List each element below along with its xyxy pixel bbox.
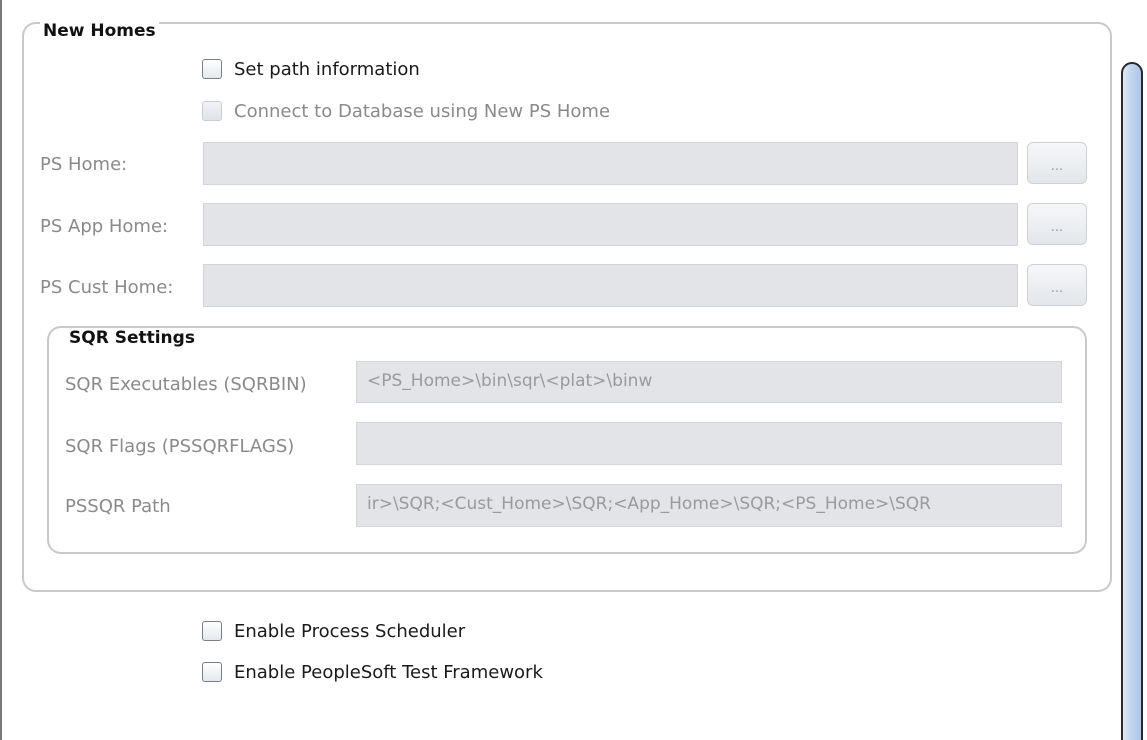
connect-db-checkbox[interactable]: [202, 101, 222, 121]
window-left-edge: [0, 0, 2, 740]
ps-cust-home-field[interactable]: [203, 264, 1018, 307]
ps-app-home-field[interactable]: [203, 203, 1018, 246]
enable-test-framework-row[interactable]: Enable PeopleSoft Test Framework: [202, 660, 543, 684]
enable-test-framework-checkbox[interactable]: [202, 662, 222, 682]
sqr-executables-field[interactable]: <PS_Home>\bin\sqr\<plat>\binw: [356, 361, 1062, 403]
scrollbar-thumb[interactable]: [1121, 62, 1143, 740]
new-homes-title: New Homes: [40, 21, 159, 41]
sqr-executables-label: SQR Executables (SQRBIN): [65, 374, 307, 395]
sqr-settings-title: SQR Settings: [66, 328, 198, 348]
enable-process-scheduler-checkbox[interactable]: [202, 621, 222, 641]
pssqr-path-label: PSSQR Path: [65, 496, 171, 517]
connect-db-label: Connect to Database using New PS Home: [234, 100, 611, 122]
ps-app-home-label: PS App Home:: [40, 216, 169, 237]
ps-home-label: PS Home:: [40, 154, 128, 175]
new-homes-settings-page: New Homes Set path information Connect t…: [0, 0, 1147, 740]
connect-db-checkbox-row[interactable]: Connect to Database using New PS Home: [202, 99, 610, 123]
set-path-label: Set path information: [234, 58, 420, 80]
ps-home-browse-button[interactable]: ...: [1027, 142, 1087, 184]
sqr-flags-field[interactable]: [356, 422, 1062, 465]
enable-test-framework-label: Enable PeopleSoft Test Framework: [234, 661, 543, 683]
ps-app-home-browse-button[interactable]: ...: [1027, 203, 1087, 245]
pssqr-path-field[interactable]: ir>\SQR;<Cust_Home>\SQR;<App_Home>\SQR;<…: [356, 484, 1062, 527]
sqr-flags-label: SQR Flags (PSSQRFLAGS): [65, 436, 295, 457]
ps-cust-home-browse-button[interactable]: ...: [1027, 264, 1087, 306]
set-path-checkbox[interactable]: [202, 59, 222, 79]
ps-cust-home-label: PS Cust Home:: [40, 277, 174, 298]
set-path-checkbox-row[interactable]: Set path information: [202, 57, 420, 81]
enable-process-scheduler-row[interactable]: Enable Process Scheduler: [202, 619, 465, 643]
ps-home-field[interactable]: [203, 142, 1018, 185]
enable-process-scheduler-label: Enable Process Scheduler: [234, 620, 466, 642]
